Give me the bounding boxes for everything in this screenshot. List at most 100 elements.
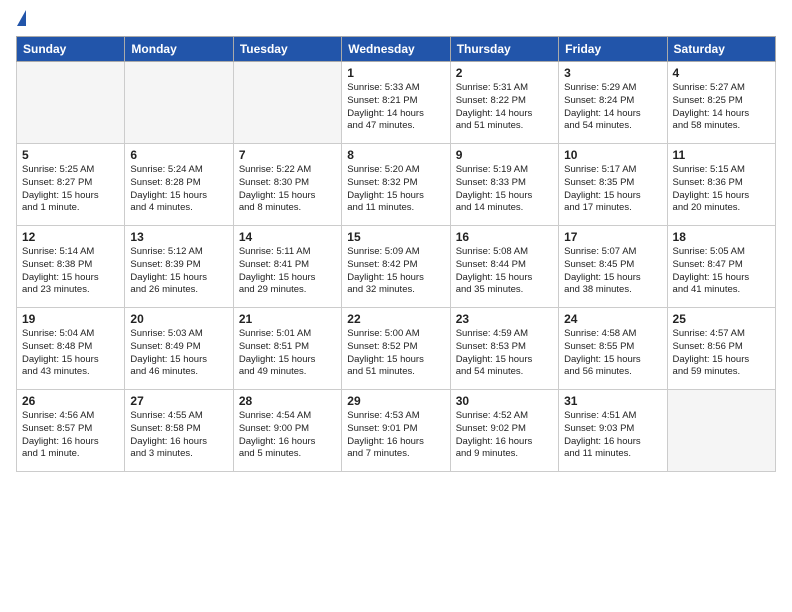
calendar-cell: [125, 62, 233, 144]
cell-daylight-info: Sunrise: 4:54 AM Sunset: 9:00 PM Dayligh…: [239, 410, 336, 461]
day-number: 22: [347, 312, 444, 326]
calendar-header-tuesday: Tuesday: [233, 37, 341, 62]
calendar-cell: 9 Sunrise: 5:19 AM Sunset: 8:33 PM Daylig…: [450, 144, 558, 226]
day-number: 23: [456, 312, 553, 326]
calendar-cell: 17Sunrise: 5:07 AM Sunset: 8:45 PM Dayli…: [559, 226, 667, 308]
calendar-header-saturday: Saturday: [667, 37, 775, 62]
cell-daylight-info: Sunrise: 4:52 AM Sunset: 9:02 PM Dayligh…: [456, 410, 553, 461]
calendar-cell: 29 Sunrise: 4:53 AM Sunset: 9:01 PM Dayli…: [342, 390, 450, 472]
cell-daylight-info: Sunrise: 4:58 AM Sunset: 8:55 PM Dayligh…: [564, 328, 661, 379]
calendar-cell: 20 Sunrise: 5:03 AM Sunset: 8:49 PM Dayli…: [125, 308, 233, 390]
calendar-cell: [17, 62, 125, 144]
day-number: 17: [564, 230, 661, 244]
calendar-table: SundayMondayTuesdayWednesdayThursdayFrid…: [16, 36, 776, 472]
day-number: 28: [239, 394, 336, 408]
day-number: 18: [673, 230, 770, 244]
calendar-header-sunday: Sunday: [17, 37, 125, 62]
cell-daylight-info: Sunrise: 5:12 AM Sunset: 8:39 PM Dayligh…: [130, 246, 227, 297]
day-number: 6: [130, 148, 227, 162]
cell-daylight-info: Sunrise: 5:31 AM Sunset: 8:22 PM Dayligh…: [456, 82, 553, 133]
day-number: 9: [456, 148, 553, 162]
cell-daylight-info: Sunrise: 5:01 AM Sunset: 8:51 PM Dayligh…: [239, 328, 336, 379]
day-number: 5: [22, 148, 119, 162]
calendar-cell: 19 Sunrise: 5:04 AM Sunset: 8:48 PM Dayli…: [17, 308, 125, 390]
cell-daylight-info: Sunrise: 5:08 AM Sunset: 8:44 PM Dayligh…: [456, 246, 553, 297]
calendar-cell: 18Sunrise: 5:05 AM Sunset: 8:47 PM Dayli…: [667, 226, 775, 308]
calendar-week-row: 5Sunrise: 5:25 AM Sunset: 8:27 PM Daylig…: [17, 144, 776, 226]
calendar-header-monday: Monday: [125, 37, 233, 62]
calendar-week-row: 19 Sunrise: 5:04 AM Sunset: 8:48 PM Dayli…: [17, 308, 776, 390]
day-number: 11: [673, 148, 770, 162]
day-number: 14: [239, 230, 336, 244]
day-number: 16: [456, 230, 553, 244]
calendar-cell: 15Sunrise: 5:09 AM Sunset: 8:42 PM Dayli…: [342, 226, 450, 308]
header: [16, 12, 776, 28]
day-number: 12: [22, 230, 119, 244]
cell-daylight-info: Sunrise: 5:20 AM Sunset: 8:32 PM Dayligh…: [347, 164, 444, 215]
calendar-cell: 22 Sunrise: 5:00 AM Sunset: 8:52 PM Dayli…: [342, 308, 450, 390]
day-number: 27: [130, 394, 227, 408]
day-number: 2: [456, 66, 553, 80]
cell-daylight-info: Sunrise: 5:00 AM Sunset: 8:52 PM Dayligh…: [347, 328, 444, 379]
calendar-header-wednesday: Wednesday: [342, 37, 450, 62]
day-number: 20: [130, 312, 227, 326]
cell-daylight-info: Sunrise: 4:56 AM Sunset: 8:57 PM Dayligh…: [22, 410, 119, 461]
day-number: 21: [239, 312, 336, 326]
calendar-cell: 4 Sunrise: 5:27 AM Sunset: 8:25 PM Daylig…: [667, 62, 775, 144]
calendar-cell: [233, 62, 341, 144]
calendar-cell: 1 Sunrise: 5:33 AM Sunset: 8:21 PM Daylig…: [342, 62, 450, 144]
day-number: 25: [673, 312, 770, 326]
day-number: 31: [564, 394, 661, 408]
day-number: 4: [673, 66, 770, 80]
calendar-cell: 6 Sunrise: 5:24 AM Sunset: 8:28 PM Daylig…: [125, 144, 233, 226]
calendar-cell: 5Sunrise: 5:25 AM Sunset: 8:27 PM Daylig…: [17, 144, 125, 226]
day-number: 29: [347, 394, 444, 408]
day-number: 19: [22, 312, 119, 326]
cell-daylight-info: Sunrise: 5:14 AM Sunset: 8:38 PM Dayligh…: [22, 246, 119, 297]
page: SundayMondayTuesdayWednesdayThursdayFrid…: [0, 0, 792, 612]
calendar-cell: 8 Sunrise: 5:20 AM Sunset: 8:32 PM Daylig…: [342, 144, 450, 226]
calendar-cell: 30 Sunrise: 4:52 AM Sunset: 9:02 PM Dayli…: [450, 390, 558, 472]
cell-daylight-info: Sunrise: 4:51 AM Sunset: 9:03 PM Dayligh…: [564, 410, 661, 461]
cell-daylight-info: Sunrise: 5:33 AM Sunset: 8:21 PM Dayligh…: [347, 82, 444, 133]
cell-daylight-info: Sunrise: 5:04 AM Sunset: 8:48 PM Dayligh…: [22, 328, 119, 379]
calendar-cell: 2 Sunrise: 5:31 AM Sunset: 8:22 PM Daylig…: [450, 62, 558, 144]
calendar-cell: 27 Sunrise: 4:55 AM Sunset: 8:58 PM Dayli…: [125, 390, 233, 472]
day-number: 30: [456, 394, 553, 408]
cell-daylight-info: Sunrise: 5:27 AM Sunset: 8:25 PM Dayligh…: [673, 82, 770, 133]
cell-daylight-info: Sunrise: 4:55 AM Sunset: 8:58 PM Dayligh…: [130, 410, 227, 461]
calendar-cell: 23 Sunrise: 4:59 AM Sunset: 8:53 PM Dayli…: [450, 308, 558, 390]
calendar-week-row: 1 Sunrise: 5:33 AM Sunset: 8:21 PM Daylig…: [17, 62, 776, 144]
cell-daylight-info: Sunrise: 5:22 AM Sunset: 8:30 PM Dayligh…: [239, 164, 336, 215]
cell-daylight-info: Sunrise: 5:19 AM Sunset: 8:33 PM Dayligh…: [456, 164, 553, 215]
calendar-week-row: 12 Sunrise: 5:14 AM Sunset: 8:38 PM Dayli…: [17, 226, 776, 308]
cell-daylight-info: Sunrise: 5:17 AM Sunset: 8:35 PM Dayligh…: [564, 164, 661, 215]
logo: [16, 12, 26, 28]
calendar-cell: 28 Sunrise: 4:54 AM Sunset: 9:00 PM Dayli…: [233, 390, 341, 472]
day-number: 26: [22, 394, 119, 408]
calendar-cell: 12 Sunrise: 5:14 AM Sunset: 8:38 PM Dayli…: [17, 226, 125, 308]
cell-daylight-info: Sunrise: 5:11 AM Sunset: 8:41 PM Dayligh…: [239, 246, 336, 297]
calendar-cell: 31 Sunrise: 4:51 AM Sunset: 9:03 PM Dayli…: [559, 390, 667, 472]
calendar-cell: 14 Sunrise: 5:11 AM Sunset: 8:41 PM Dayli…: [233, 226, 341, 308]
calendar-week-row: 26 Sunrise: 4:56 AM Sunset: 8:57 PM Dayli…: [17, 390, 776, 472]
calendar-header-row: SundayMondayTuesdayWednesdayThursdayFrid…: [17, 37, 776, 62]
calendar-header-thursday: Thursday: [450, 37, 558, 62]
day-number: 24: [564, 312, 661, 326]
calendar-cell: 10Sunrise: 5:17 AM Sunset: 8:35 PM Dayli…: [559, 144, 667, 226]
calendar-cell: 16 Sunrise: 5:08 AM Sunset: 8:44 PM Dayli…: [450, 226, 558, 308]
day-number: 8: [347, 148, 444, 162]
day-number: 3: [564, 66, 661, 80]
calendar-header-friday: Friday: [559, 37, 667, 62]
cell-daylight-info: Sunrise: 5:15 AM Sunset: 8:36 PM Dayligh…: [673, 164, 770, 215]
cell-daylight-info: Sunrise: 4:59 AM Sunset: 8:53 PM Dayligh…: [456, 328, 553, 379]
cell-daylight-info: Sunrise: 4:53 AM Sunset: 9:01 PM Dayligh…: [347, 410, 444, 461]
calendar-cell: 11 Sunrise: 5:15 AM Sunset: 8:36 PM Dayli…: [667, 144, 775, 226]
cell-daylight-info: Sunrise: 5:29 AM Sunset: 8:24 PM Dayligh…: [564, 82, 661, 133]
calendar-cell: 13Sunrise: 5:12 AM Sunset: 8:39 PM Dayli…: [125, 226, 233, 308]
cell-daylight-info: Sunrise: 5:03 AM Sunset: 8:49 PM Dayligh…: [130, 328, 227, 379]
calendar-cell: 24 Sunrise: 4:58 AM Sunset: 8:55 PM Dayli…: [559, 308, 667, 390]
cell-daylight-info: Sunrise: 5:09 AM Sunset: 8:42 PM Dayligh…: [347, 246, 444, 297]
cell-daylight-info: Sunrise: 5:24 AM Sunset: 8:28 PM Dayligh…: [130, 164, 227, 215]
day-number: 1: [347, 66, 444, 80]
